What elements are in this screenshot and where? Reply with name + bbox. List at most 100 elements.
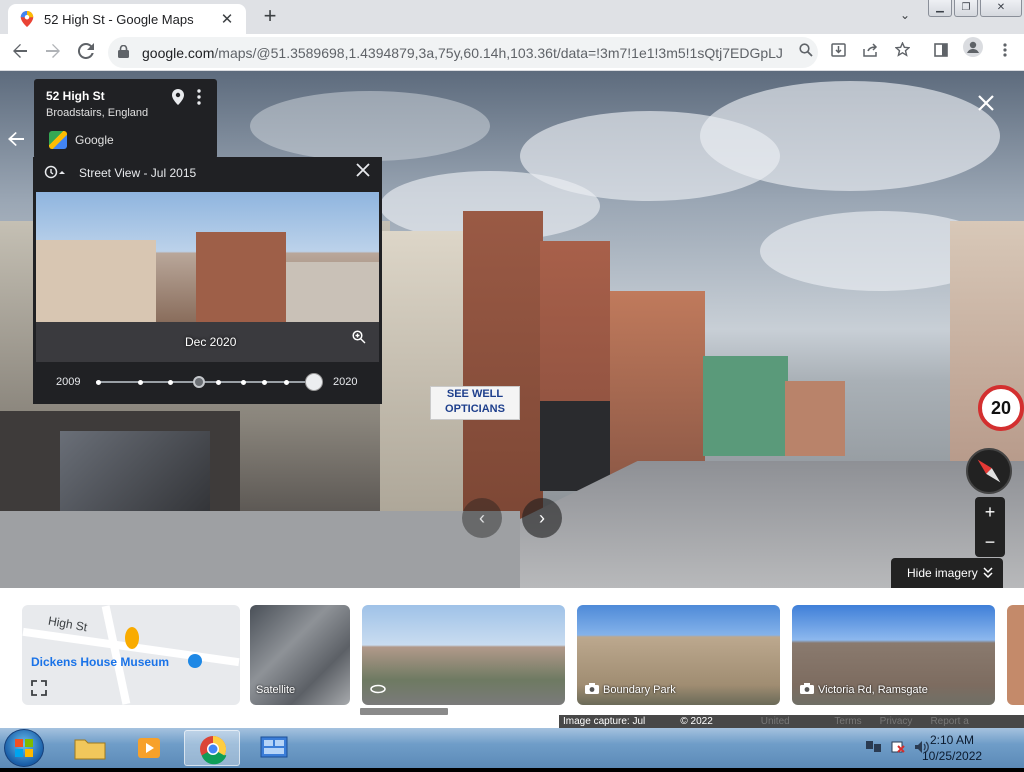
network-icon[interactable] xyxy=(866,740,882,757)
museum-icon xyxy=(188,654,202,668)
history-clock-icon[interactable] xyxy=(44,165,66,182)
zoom-out-button[interactable]: − xyxy=(975,527,1005,557)
reload-icon[interactable] xyxy=(73,40,99,66)
clock-date: 10/25/2022 xyxy=(922,749,983,763)
time-machine-panel[interactable]: Street View - Jul 2015 Dec 2020 2009 202… xyxy=(33,157,382,404)
report-problem-link[interactable]: Report a problem xyxy=(930,715,1002,740)
system-clock[interactable]: 2:10 AM 10/25/2022 xyxy=(922,732,982,764)
url-host: google.com xyxy=(142,44,215,61)
side-panel-icon[interactable] xyxy=(925,34,957,71)
boundary-park-thumbnail[interactable]: Boundary Park xyxy=(577,605,780,705)
scaffold-building xyxy=(703,356,788,456)
place-title[interactable]: 52 High St xyxy=(46,89,105,103)
street-view-thumbnail[interactable] xyxy=(362,605,565,705)
timeline-dot[interactable] xyxy=(241,379,246,385)
folder-icon xyxy=(74,739,106,760)
tab-search-icon[interactable]: ⌄ xyxy=(896,8,914,26)
zoom-icon[interactable] xyxy=(790,37,822,68)
time-machine-title: Street View - Jul 2015 xyxy=(79,166,197,180)
next-arrow-button[interactable]: › xyxy=(522,498,562,538)
prev-arrow-button[interactable]: ‹ xyxy=(462,498,502,538)
file-explorer-taskbar[interactable] xyxy=(62,730,118,766)
pegman-icon xyxy=(125,627,139,649)
more-options-icon[interactable] xyxy=(197,89,201,109)
privacy-link[interactable]: Privacy xyxy=(880,715,913,728)
location-pin-icon[interactable] xyxy=(172,89,184,109)
restore-button[interactable]: ❐ xyxy=(954,0,978,17)
time-machine-preview[interactable]: Dec 2020 xyxy=(36,192,379,362)
place-card[interactable]: 52 High St Broadstairs, England Google xyxy=(34,79,217,159)
sign-line-2: OPTICIANS xyxy=(445,403,505,415)
timeline-handle[interactable] xyxy=(305,373,323,391)
map-thumbnail[interactable]: High St Dickens House Museum xyxy=(22,605,240,705)
zoom-control: + − xyxy=(975,497,1005,557)
chrome-taskbar[interactable] xyxy=(184,730,240,766)
windows-taskbar: 2:10 AM 10/25/2022 xyxy=(0,728,1024,768)
install-icon[interactable] xyxy=(822,37,854,68)
timeline-dot[interactable] xyxy=(262,379,267,385)
thumb-label: Boundary Park xyxy=(603,684,676,696)
building-red xyxy=(610,291,705,476)
bookmark-star-icon[interactable] xyxy=(886,37,918,68)
timeline-dot[interactable] xyxy=(168,379,173,385)
close-street-view-icon[interactable] xyxy=(978,91,994,117)
speed-limit-sign: 20 xyxy=(978,385,1024,431)
victoria-rd-thumbnail[interactable]: Victoria Rd, Ramsgate xyxy=(792,605,995,705)
close-icon[interactable]: ✕ xyxy=(218,10,236,28)
cloud xyxy=(700,81,1000,191)
zoom-in-button[interactable]: + xyxy=(975,497,1005,527)
next-thumbnail[interactable] xyxy=(1007,605,1024,705)
action-center-icon[interactable] xyxy=(890,740,906,757)
thumb-label: Victoria Rd, Ramsgate xyxy=(818,684,928,696)
window-controls: ▁ ❐ ✕ xyxy=(928,0,1024,18)
window-close-button[interactable]: ✕ xyxy=(980,0,1022,17)
terms-link[interactable]: Terms xyxy=(834,715,861,728)
cloud xyxy=(250,91,490,161)
region-link[interactable]: United States xyxy=(761,715,817,740)
lock-icon[interactable] xyxy=(118,44,132,61)
timeline-current-marker[interactable] xyxy=(193,376,205,388)
chrome-icon xyxy=(200,735,227,765)
camera-icon xyxy=(800,683,814,697)
control-panel-taskbar[interactable] xyxy=(246,730,302,766)
back-arrow-icon[interactable] xyxy=(8,129,24,152)
imagery-strip: High St Dickens House Museum Satellite B… xyxy=(0,588,1024,740)
zoom-in-icon[interactable] xyxy=(352,330,366,347)
timeline-end-year: 2020 xyxy=(333,376,358,388)
hide-imagery-button[interactable]: Hide imagery xyxy=(891,558,1003,588)
strip-scrollbar[interactable] xyxy=(360,708,448,715)
360-icon xyxy=(370,683,386,697)
minimize-button[interactable]: ▁ xyxy=(928,0,952,17)
timeline-dot[interactable] xyxy=(284,379,289,385)
timeline-dot[interactable] xyxy=(96,379,101,385)
tab-google-maps[interactable]: 52 High St - Google Maps ✕ xyxy=(8,4,246,34)
forward-icon[interactable] xyxy=(40,40,66,66)
expand-icon[interactable] xyxy=(30,679,48,697)
start-button[interactable] xyxy=(4,729,44,767)
timeline-dot[interactable] xyxy=(216,379,221,385)
timeline-dot[interactable] xyxy=(138,379,143,385)
url-text[interactable]: google.com/maps/@51.3589698,1.4394879,3a… xyxy=(142,45,782,61)
address-bar[interactable]: google.com/maps/@51.3589698,1.4394879,3a… xyxy=(108,37,818,68)
street-view-panorama[interactable]: SEE WELL OPTICIANS 20 52 High St Broadst… xyxy=(0,71,1024,588)
menu-icon[interactable] xyxy=(989,34,1021,71)
back-icon[interactable] xyxy=(7,40,33,66)
compass-icon[interactable] xyxy=(966,448,1012,494)
profile-icon[interactable] xyxy=(957,34,989,71)
image-capture-date: Image capture: Jul 2015 xyxy=(563,716,646,740)
close-icon[interactable] xyxy=(355,161,371,184)
media-player-taskbar[interactable] xyxy=(122,730,178,766)
optician-sign: SEE WELL OPTICIANS xyxy=(430,386,520,420)
browser-toolbar: google.com/maps/@51.3589698,1.4394879,3a… xyxy=(0,34,1024,71)
sign-line-1: SEE WELL xyxy=(446,388,504,400)
tab-strip: 52 High St - Google Maps ✕ + ⌄ ▁ ❐ ✕ xyxy=(0,0,1024,34)
preview-building xyxy=(36,240,156,330)
windows-logo-icon xyxy=(15,739,33,757)
share-icon[interactable] xyxy=(854,37,886,68)
new-tab-button[interactable]: + xyxy=(258,5,282,29)
timeline-slider[interactable] xyxy=(96,373,323,391)
toolbar-right xyxy=(925,34,1021,71)
google-maps-favicon xyxy=(20,11,34,27)
media-player-icon xyxy=(138,738,160,758)
satellite-thumbnail[interactable]: Satellite xyxy=(250,605,350,705)
